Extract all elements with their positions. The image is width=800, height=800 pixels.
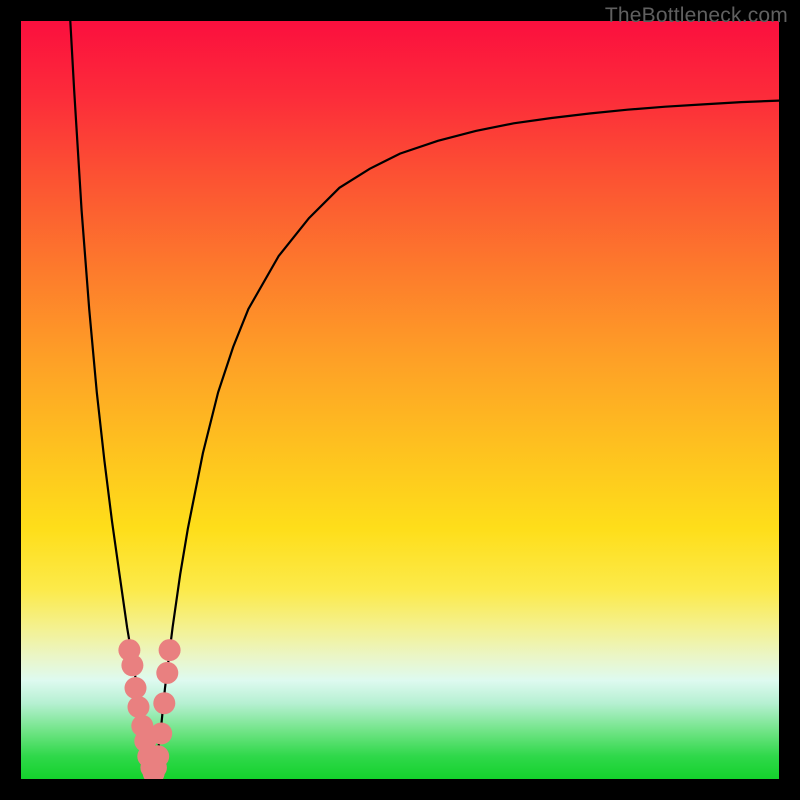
marker-dot	[159, 639, 181, 661]
marker-dot	[150, 723, 172, 745]
chart-svg	[21, 21, 779, 779]
marker-dot	[153, 692, 175, 714]
marker-dot	[147, 745, 169, 767]
chart-plot-area	[21, 21, 779, 779]
curve-right-branch	[154, 101, 779, 779]
marker-dot	[156, 662, 178, 684]
chart-frame: TheBottleneck.com	[0, 0, 800, 800]
marker-cluster	[118, 639, 180, 779]
watermark-text: TheBottleneck.com	[605, 4, 788, 28]
marker-dot	[125, 677, 147, 699]
marker-dot	[121, 654, 143, 676]
marker-dot	[128, 696, 150, 718]
